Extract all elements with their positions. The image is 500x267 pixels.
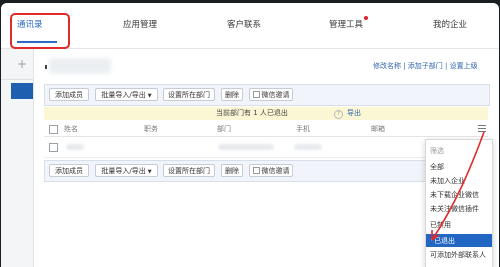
wechat-icon [252, 167, 260, 174]
exited-members-notice: 当前部门有 1 人已退出 ? 导出 [44, 107, 488, 120]
column-email: 邮箱 [371, 125, 385, 133]
batch-import-label: 批量导入/导出 [101, 91, 146, 99]
tab-my-enterprise[interactable]: 我的企业 [433, 18, 467, 30]
member-department-blurred [218, 144, 274, 150]
wechat-invite-label: 微信邀请 [261, 91, 290, 99]
table-row[interactable] [44, 137, 488, 158]
table-header: 姓名 职务 部门 手机 邮箱 [44, 122, 488, 137]
export-link[interactable]: 导出 [347, 107, 361, 120]
wechat-icon [252, 91, 260, 98]
check-icon: ✓ [430, 235, 436, 243]
member-name-blurred [66, 144, 84, 150]
filter-option-external-contact[interactable]: 可添加外部联系人 [430, 250, 486, 260]
filter-option-all[interactable]: 全部 [430, 162, 444, 172]
notification-dot [364, 16, 368, 20]
exited-label-text: 已退出 [434, 237, 455, 245]
chevron-down-icon: ▼ [147, 93, 152, 99]
sidebar-item-selected[interactable]: ⋮ [11, 83, 34, 174]
add-department-icon[interactable]: + [17, 57, 27, 71]
department-actions[interactable]: 修改名称 | 添加子部门 | 设置上级 [373, 61, 478, 71]
help-icon[interactable]: ? [334, 110, 343, 119]
filter-option-not-downloaded[interactable]: 未下载企业微信 [430, 190, 479, 200]
sidebar-divider [1, 79, 33, 80]
wechat-invite-button[interactable]: 微信邀请 [249, 88, 293, 101]
filter-option-not-following[interactable]: 未关注微信插件 [430, 204, 479, 214]
filter-dropdown: 筛选 全部 未加入企业 未下载企业微信 未关注微信插件 已禁用 ✓ 已退出 可添加… [425, 139, 493, 267]
row-checkbox[interactable] [49, 143, 58, 152]
chevron-down-icon: ▼ [147, 169, 152, 175]
tab-customer-contact[interactable]: 客户联系 [227, 18, 261, 30]
filter-option-exited[interactable]: ✓ 已退出 [426, 234, 492, 247]
annotation-highlight-box [10, 13, 70, 49]
delete-button-bottom[interactable]: 删除 [221, 164, 243, 177]
tab-app-management[interactable]: 应用管理 [123, 18, 157, 30]
filter-option-exited-label: ✓ 已退出 [430, 235, 455, 246]
app-window: 通讯录 应用管理 客户联系 管理工具 我的企业 + ⋮ 修改名称 | 添加子部门… [1, 3, 499, 267]
tab-management-tools[interactable]: 管理工具 [329, 18, 363, 30]
department-title-marker [45, 65, 47, 69]
delete-button[interactable]: 删除 [221, 88, 243, 101]
add-member-button-bottom[interactable]: 添加成员 [49, 164, 89, 177]
bottom-toolbar: 添加成员 批量导入/导出 ▼ 设置所在部门 删除 微信邀请 [44, 160, 490, 182]
top-toolbar: 添加成员 批量导入/导出 ▼ 设置所在部门 删除 微信邀请 [44, 84, 490, 106]
column-name: 姓名 [64, 125, 78, 133]
filter-option-disabled[interactable]: 已禁用 [430, 220, 451, 230]
filter-title: 筛选 [430, 147, 444, 155]
department-sidebar [1, 49, 34, 267]
top-navigation: 通讯录 应用管理 客户联系 管理工具 我的企业 [1, 3, 499, 49]
set-department-button[interactable]: 设置所在部门 [163, 88, 215, 101]
wechat-invite-button-bottom[interactable]: 微信邀请 [249, 164, 293, 177]
wechat-invite-label: 微信邀请 [261, 167, 290, 175]
add-member-button[interactable]: 添加成员 [49, 88, 89, 101]
column-phone: 手机 [296, 125, 310, 133]
column-title: 职务 [144, 125, 158, 133]
set-department-button-bottom[interactable]: 设置所在部门 [163, 164, 215, 177]
column-department: 部门 [217, 125, 231, 133]
batch-import-export-button-bottom[interactable]: 批量导入/导出 ▼ [95, 164, 158, 177]
select-all-checkbox[interactable] [49, 125, 58, 134]
batch-import-export-button[interactable]: 批量导入/导出 ▼ [95, 88, 158, 101]
batch-import-label: 批量导入/导出 [101, 167, 146, 175]
more-icon[interactable]: ⋮ [26, 166, 34, 174]
notice-text: 当前部门有 1 人已退出 [216, 109, 288, 117]
filter-option-not-joined[interactable]: 未加入企业 [430, 176, 465, 186]
column-filter-icon[interactable] [478, 125, 486, 132]
department-title-blurred [49, 58, 111, 74]
member-phone-blurred [294, 144, 322, 150]
